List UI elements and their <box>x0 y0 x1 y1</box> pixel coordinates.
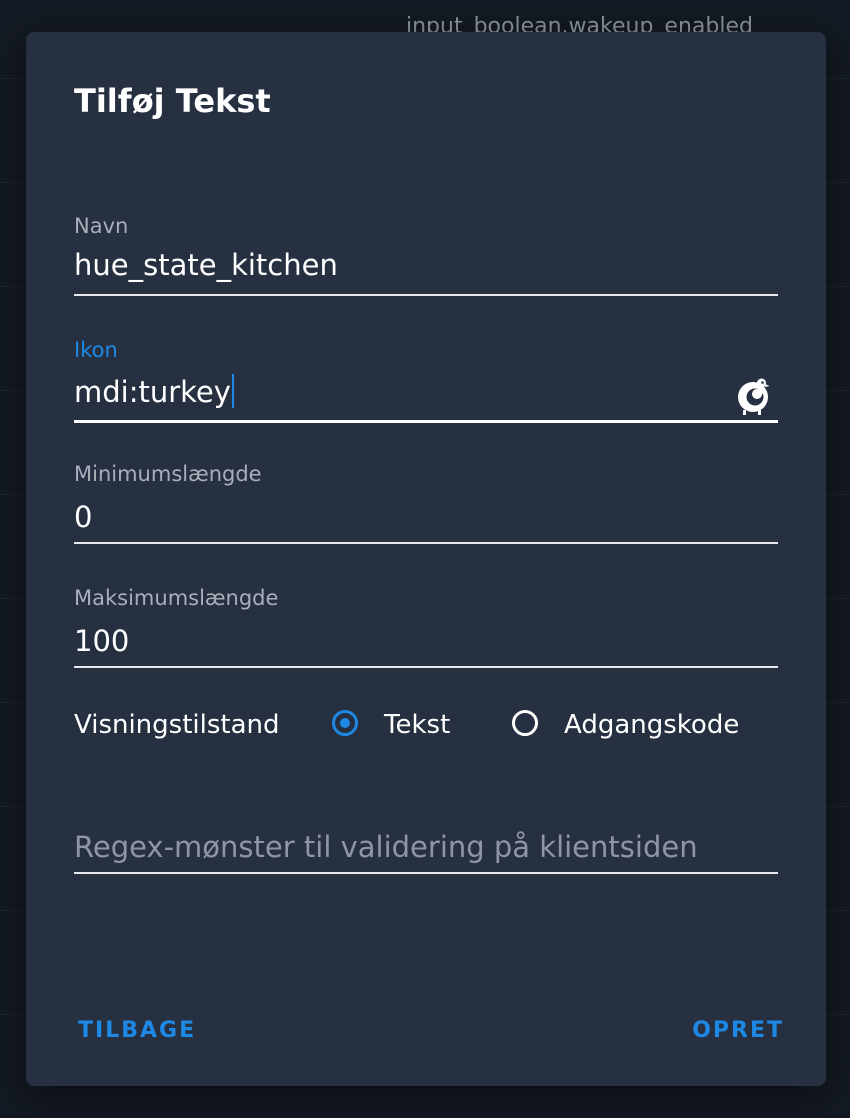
back-button[interactable]: TILBAGE <box>78 1018 196 1043</box>
add-text-dialog: Tilføj Tekst Navn hue_state_kitchen Ikon… <box>26 32 826 1086</box>
max-length-input[interactable]: 100 <box>74 624 129 658</box>
regex-pattern-field[interactable]: Regex-mønster til validering på klientsi… <box>74 830 778 880</box>
radio-text-mode-label[interactable]: Tekst <box>384 710 450 740</box>
min-length-input[interactable]: 0 <box>74 500 92 534</box>
radio-password-mode[interactable] <box>512 710 538 736</box>
regex-pattern-input[interactable]: Regex-mønster til validering på klientsi… <box>74 830 698 864</box>
min-length-field[interactable]: Minimumslængde 0 <box>74 462 778 546</box>
max-length-label: Maksimumslængde <box>74 586 279 610</box>
dialog-title: Tilføj Tekst <box>74 82 271 120</box>
text-caret <box>231 374 234 408</box>
regex-pattern-underline <box>74 872 778 874</box>
icon-label: Ikon <box>74 338 118 362</box>
icon-input[interactable]: mdi:turkey <box>74 374 234 409</box>
icon-field[interactable]: Ikon mdi:turkey <box>74 338 778 428</box>
display-mode-group: Visningstilstand Tekst Adgangskode <box>74 702 778 750</box>
max-length-field[interactable]: Maksimumslængde 100 <box>74 586 778 670</box>
create-button[interactable]: OPRET <box>692 1018 784 1043</box>
icon-input-value: mdi:turkey <box>74 375 231 409</box>
display-mode-label: Visningstilstand <box>74 710 280 740</box>
icon-underline <box>74 420 778 423</box>
radio-password-mode-label[interactable]: Adgangskode <box>564 710 739 740</box>
name-label: Navn <box>74 214 129 238</box>
max-length-underline <box>74 666 778 668</box>
radio-text-mode[interactable] <box>332 710 358 736</box>
name-field[interactable]: Navn hue_state_kitchen <box>74 214 778 298</box>
name-input[interactable]: hue_state_kitchen <box>74 248 338 282</box>
min-length-underline <box>74 542 778 544</box>
turkey-icon <box>732 372 778 418</box>
min-length-label: Minimumslængde <box>74 462 262 486</box>
name-underline <box>74 294 778 296</box>
